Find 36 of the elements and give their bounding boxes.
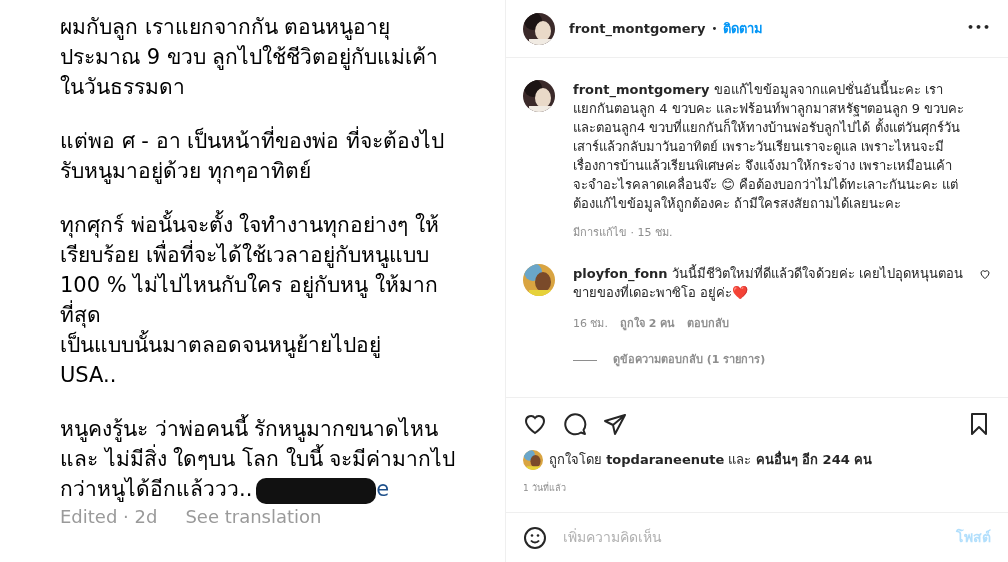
post-text-line: เป็นแบบนั้นมาตลอดจนหนูย้ายไปอยู่ (60, 330, 505, 360)
post-text-line: ทุกศุกร์ พ่อนั้นจะตั้ง ใจทำงานทุกอย่างๆ ให้ (60, 210, 505, 240)
post-text-line: และ ไม่มีสิ่ง ใดๆบน โลก ใบนี้ จะมีค่ามากไป (60, 444, 505, 474)
post-text-line: ที่สุด (60, 300, 505, 330)
view-replies-button[interactable]: ดูข้อความตอบกลับ (1 รายการ) (613, 352, 766, 369)
post-text-line: หนูคงรู้นะ ว่าพ่อคนนี้ รักหนูมากขนาดไหน (60, 414, 505, 444)
caption-meta: มีการแก้ไข · 15 ชม. (573, 225, 674, 241)
reply-button[interactable]: ตอบกลับ (687, 315, 730, 332)
comment-likes-link[interactable]: ถูกใจ 2 คน (620, 315, 676, 332)
post-text-line: ในวันธรรมดา (60, 74, 186, 101)
emoji-icon[interactable] (523, 525, 547, 550)
post-text-line: กว่าหนูได้อีกแล้ววว.. (60, 476, 253, 504)
like-icon[interactable] (523, 412, 547, 436)
send-icon[interactable] (603, 412, 627, 436)
username[interactable]: front_montgomery (569, 18, 706, 39)
separator-dot: • (711, 22, 718, 36)
post-text-line: ประมาณ 9 ขวบ ลูกไปใช้ชีวิตอยู่กับแม่เค้า (60, 44, 440, 72)
follow-button[interactable]: ติดตาม (723, 18, 764, 39)
post-text-line: 100 % ไม่ไปไหนกับใคร อยู่กับหนู ให้มาก (60, 272, 439, 300)
likes-summary: ถูกใจโดย topdaraneenute และ คนอื่นๆ อีก 244 คน (549, 450, 873, 470)
post-age: 1 วันที่แล้ว (523, 482, 567, 495)
post-text-fragment: e (376, 476, 390, 503)
see-translation-link[interactable]: See translation (185, 506, 322, 528)
post-text-line: USA.. (60, 362, 118, 389)
post-text-line: แต่พอ ศ - อา เป็นหน้าที่ของพ่อ ที่จะต้องไป (60, 126, 505, 156)
comment-text: ployfon_fonn วันนี้มีชีวิตใหม่ที่ดีแล้วดีใจด้วยค่ะ เคยไปอุดหนุนตอนขายของที่เดอะพาซิโอ อยู่ค่ะ❤ (573, 263, 964, 302)
comment-time: 16 ชม. (573, 315, 608, 332)
edited-label: Edited · 2d (60, 506, 158, 528)
more-options-button[interactable]: ••• (966, 20, 991, 37)
comment-input-field[interactable]: เพิ่มความคิดเห็น (563, 527, 940, 548)
comment-icon[interactable] (563, 412, 587, 436)
post-text-line: รับหนูมาอยู่ด้วย ทุกๆอาทิตย์ (60, 158, 312, 186)
post-text-line: ผมกับลูก เราแยกจากกัน ตอนหนูอายุ (60, 14, 392, 42)
heart-icon[interactable] (979, 267, 991, 280)
caption-text: front_montgomery ขอแก้ไขข้อมูลจากแคปชั่นอันนี้นะคะ เราแยกกันตอนลูก 4 ขวบคะ และฟร้อนท์พาลูกมาสหรัฐฯตอนลูก 9 ขวบคะ และตอนลูก4 ขวบที่แยกกันก็ให้ทางบ้านพ่อรับลูกไปได้ ตั้งแต่วันศุกร์วันเสาร์แล้วกลับมาวันอาทิตย์ เพราะวันเรียนเราจะดูแล เพราะไหนจะมีเรื่องการบ้านแล้วเรียนพิเศษค่ะ จึงแจ้งมาให้กระจ่าง เพราะเหมือนเค้าจะจำอะไรคลาดเคลื่อนจ๊ะ 😊 คือต้องบอกว่าไม่ได้ทะเลาะกันนะคะ แต่ต้องแก้ไขข้อมูลให้ถูกต้องคะ ถ้ามีใครสงสัยถามได้เลยนะคะ (573, 80, 965, 213)
post-text-line: เรียบร้อย เพื่อที่จะได้ใช้เวลาอยู่กับหนูแบบ (60, 240, 505, 270)
